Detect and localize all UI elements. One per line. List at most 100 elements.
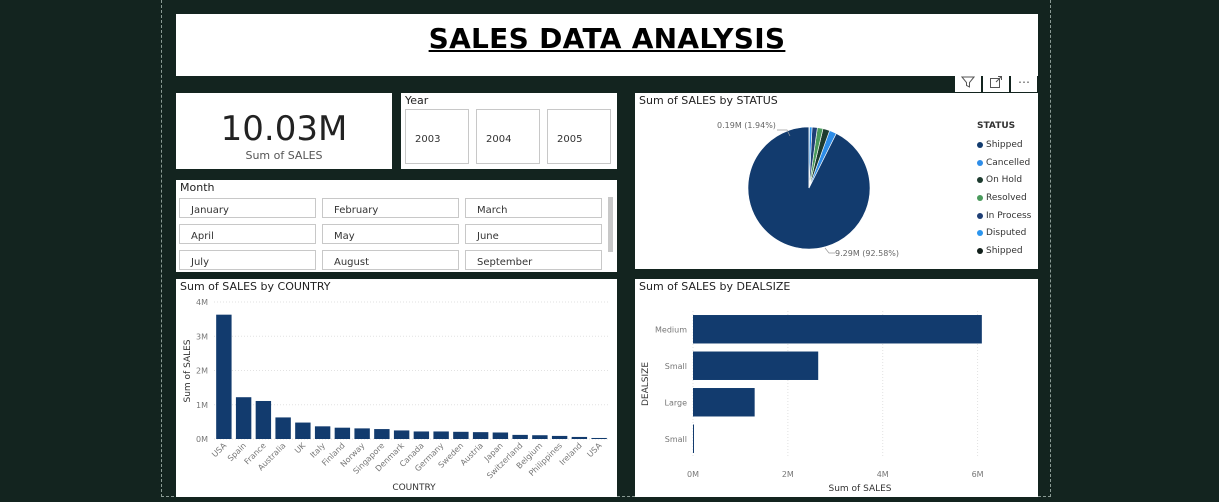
country-bar-finland-6[interactable] [334, 427, 351, 439]
country-bar-japan-14[interactable] [492, 432, 509, 439]
dealsize-bar-chart: 0M 2M 4M 6M Medium Small Large Small Sum of SALE… [641, 311, 984, 494]
month-option-march[interactable]: March [465, 198, 602, 218]
country-bar-canada-10[interactable] [413, 431, 430, 439]
month-slicer-scrollbar[interactable] [608, 197, 613, 252]
country-bar-belgium-16[interactable] [532, 435, 548, 439]
country-bar-norway-7[interactable] [354, 428, 370, 439]
month-option-september[interactable]: September [465, 250, 602, 270]
year-option-2005[interactable]: 2005 [547, 109, 611, 164]
y-tick-label: Small [665, 362, 687, 371]
report-title-card: SALES DATA ANALYSIS [176, 14, 1038, 76]
x-tick-label: 4M [877, 470, 889, 479]
country-bar-singapore-8[interactable] [374, 429, 390, 439]
legend-item-disputed-5[interactable]: Disputed [977, 224, 1031, 242]
country-bar-denmark-9[interactable] [393, 430, 410, 439]
country-bar-switzerland-15[interactable] [512, 434, 528, 439]
y-tick-label: 0M [196, 435, 208, 444]
legend-item-cancelled-1[interactable]: Cancelled [977, 154, 1031, 172]
month-option-july[interactable]: July [179, 250, 316, 270]
country-bar-australia-3[interactable] [275, 417, 291, 439]
y-tick-label: 2M [196, 367, 208, 376]
y-tick-label: Small [665, 435, 687, 444]
country-bar-spain-1[interactable] [235, 397, 252, 439]
legend-item-shipped-0[interactable]: Shipped [977, 136, 1031, 154]
legend-marker [977, 159, 983, 166]
legend-label: Disputed [986, 228, 1027, 239]
legend-marker [977, 230, 983, 237]
country-bar-austria-13[interactable] [472, 432, 489, 439]
total-sales-card: 10.03M Sum of SALES [176, 93, 392, 169]
report-title: SALES DATA ANALYSIS [428, 22, 786, 55]
country-bar-philippines-17[interactable] [551, 435, 568, 439]
legend-marker [977, 247, 983, 254]
country-bar-chart: 0M1M2M3M4MUSASpainFranceAustralia UK Italy… [183, 298, 609, 493]
month-option-may[interactable]: May [322, 224, 459, 244]
dealsize-bar-medium-0[interactable] [693, 315, 982, 344]
dealsize-bar-small-3[interactable] [693, 424, 694, 453]
legend-label: Resolved [986, 192, 1027, 203]
legend-marker [977, 177, 983, 184]
x-tick-label: UK [293, 441, 308, 456]
legend-marker [977, 141, 983, 148]
status-pie-card: Sum of SALES by STATUS 0.19M (1.94%) 9.2… [635, 93, 1038, 269]
legend-title: STATUS [977, 121, 1016, 131]
legend-item-resolved-3[interactable]: Resolved [977, 189, 1031, 207]
legend-label: Cancelled [986, 157, 1031, 168]
country-bar-usa-19[interactable] [591, 437, 607, 439]
x-tick-label: 6M [972, 470, 984, 479]
pie-label-small: 0.19M (1.94%) [717, 121, 776, 130]
total-sales-value: 10.03M [220, 109, 348, 149]
month-slicer-title: Month [180, 181, 215, 194]
month-option-april[interactable]: April [179, 224, 316, 244]
month-slicer: Month January February March April May J… [176, 180, 617, 272]
more-options-icon[interactable]: ⋯ [1011, 72, 1037, 92]
country-bar-card: Sum of SALES by COUNTRY 0M 1M 2M 3M 4M USA Spa… [176, 279, 617, 497]
x-axis-title: COUNTRY [392, 483, 436, 493]
year-option-2003[interactable]: 2003 [405, 109, 469, 164]
legend-item-shipped-6[interactable]: Shipped [977, 242, 1031, 260]
dealsize-bar-card: Sum of SALES by DEALSIZE 0M 2M 4M 6M Medium S… [635, 279, 1038, 497]
y-tick-label: Large [664, 398, 687, 407]
status-pie-chart [747, 126, 871, 254]
legend-label: On Hold [986, 175, 1023, 186]
dealsize-bar-large-2[interactable] [693, 388, 755, 417]
legend-marker [977, 194, 983, 201]
country-bar-ireland-18[interactable] [571, 436, 588, 439]
country-bar-france-2[interactable] [255, 400, 272, 439]
pie-leader-line-large [824, 247, 835, 254]
x-axis-title: Sum of SALES [828, 484, 891, 494]
month-option-august[interactable]: August [322, 250, 459, 270]
status-legend: STATUS Shipped Cancelled On Hold Resolved In… [977, 121, 1031, 260]
x-tick-label: USA [585, 441, 603, 459]
country-bar-italy-5[interactable] [314, 426, 331, 439]
x-tick-label: 0M [687, 470, 699, 479]
year-option-2004[interactable]: 2004 [476, 109, 540, 164]
country-bar-usa-0[interactable] [216, 314, 232, 439]
year-slicer-title: Year [405, 94, 429, 107]
focus-mode-icon[interactable] [983, 72, 1009, 92]
legend-label: Shipped [986, 245, 1023, 256]
x-tick-label: 2M [782, 470, 794, 479]
legend-item-in-process-4[interactable]: In Process [977, 207, 1031, 225]
month-option-june[interactable]: June [465, 224, 602, 244]
y-tick-label: Medium [655, 325, 687, 334]
y-axis-title: Sum of SALES [183, 339, 193, 402]
month-option-january[interactable]: January [179, 198, 316, 218]
month-option-february[interactable]: February [322, 198, 459, 218]
legend-label: Shipped [986, 139, 1023, 150]
pie-label-large: 9.29M (92.58%) [835, 249, 900, 258]
country-bar-germany-11[interactable] [433, 431, 449, 439]
y-tick-label: 4M [196, 298, 208, 307]
country-bar-uk-4[interactable] [295, 422, 311, 439]
legend-item-on-hold-2[interactable]: On Hold [977, 171, 1031, 189]
country-bar-sweden-12[interactable] [453, 431, 469, 439]
legend-marker [977, 212, 983, 219]
y-axis-title: DEALSIZE [641, 362, 651, 406]
legend-label: In Process [986, 210, 1032, 221]
dealsize-bar-small-1[interactable] [693, 351, 819, 380]
year-slicer: Year 2003 2004 2005 [401, 93, 617, 169]
visual-header-toolbar: ⋯ [955, 72, 1037, 92]
y-tick-label: 3M [196, 332, 208, 341]
filter-icon[interactable] [955, 72, 981, 92]
y-tick-label: 1M [196, 401, 208, 410]
